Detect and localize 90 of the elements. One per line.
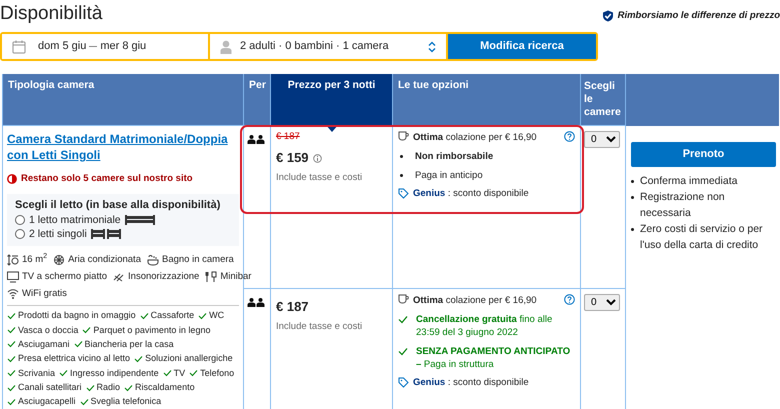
two-persons-icon <box>247 298 265 307</box>
fork-glass-icon <box>205 270 218 283</box>
price: € 159 <box>276 149 309 168</box>
amenity-label: Soluzioni anallergiche <box>145 353 233 364</box>
bullet-icon <box>631 180 634 182</box>
bullet-icon <box>631 196 634 198</box>
amenity-label: TV <box>174 368 186 379</box>
book-button[interactable]: Prenoto <box>631 142 776 166</box>
amenity-label: Sveglia telefonica <box>90 396 162 408</box>
help-icon <box>564 131 575 142</box>
amenity-label: Biancheria per la casa <box>84 338 174 350</box>
cup-icon <box>398 131 409 141</box>
price: € 187 <box>276 298 309 316</box>
check-icon <box>140 312 149 320</box>
quantity-select[interactable]: 0 <box>584 131 620 148</box>
amenity-label: Canali satellitari <box>18 382 82 394</box>
feature-label: Insonorizzazione <box>128 270 200 283</box>
column-header: Per <box>244 74 270 126</box>
condition-text: Paga in anticipo <box>415 169 483 182</box>
amenity-label: Vasca o doccia <box>18 324 78 336</box>
benefit-text: Conferma immediata <box>640 174 738 188</box>
breakfast-text: Ottima colazione per € 16,90 <box>413 294 538 307</box>
check-icon <box>189 369 198 378</box>
help-icon <box>564 294 575 305</box>
condition-text: Cancellazione gratuita fino alle 23:59 del 3 giugno 2022 <box>416 313 554 339</box>
check-icon <box>162 369 172 378</box>
tag-icon <box>398 377 409 388</box>
amenity-label: Asciugacapelli <box>18 396 76 408</box>
price-note: Include tasse e costi <box>276 170 364 185</box>
shield-check-icon <box>602 10 614 22</box>
crossed-lines-icon <box>113 270 126 283</box>
price-note: Include tasse e costi <box>276 320 364 334</box>
amenity-label: Riscaldamento <box>135 382 195 394</box>
amenity-label: Prodotti da bagno in omaggio <box>18 310 136 322</box>
half-circle-icon <box>7 174 17 184</box>
amenity-label: Telefono <box>200 368 234 379</box>
feature-label: 16 m$^{2}$ <box>22 254 48 266</box>
twin-beds-icon <box>90 228 121 240</box>
amenity-label: Ingresso indipendente <box>70 368 159 379</box>
check-icon <box>398 347 408 356</box>
two-persons-icon <box>247 134 265 144</box>
quantity-select[interactable]: 0 <box>584 294 620 311</box>
bed-label: 2 letti singoli <box>29 227 87 242</box>
breakfast-text: Ottima colazione per € 16,90 <box>413 131 538 144</box>
wifi-icon <box>7 288 19 300</box>
bed-heading: Scegli il letto (in base alla disponibilità) <box>15 199 222 212</box>
condition-text: SENZA PAGAMENTO ANTICIPATO – Paga in struttura <box>416 345 572 371</box>
bed-radio[interactable] <box>15 215 25 226</box>
amenity-label: Presa elettrica vicino al letto <box>18 353 130 364</box>
pointer-icon <box>324 124 338 132</box>
feature-label: TV a schermo piatto <box>22 270 108 283</box>
old-price: € 187 <box>276 130 301 144</box>
check-icon <box>134 354 144 363</box>
amenity-label: Parquet o pavimento in legno <box>93 324 210 336</box>
amenity-label: Asciugamani <box>18 338 70 350</box>
snowflake-icon <box>53 254 66 266</box>
bullet-icon <box>400 155 403 158</box>
check-icon <box>398 315 408 324</box>
scarcity-text: Restano solo 5 camere sul nostro sito <box>21 172 193 186</box>
feature-label: WiFi gratis <box>22 288 67 300</box>
price-match-text: Rimborsiamo le differenze di prezzo <box>618 8 780 23</box>
check-icon <box>59 369 68 378</box>
double-bed-icon <box>124 214 155 226</box>
condition-text: Non rimborsabile <box>415 150 494 163</box>
cup-icon <box>398 294 409 304</box>
amenity-label: Cassaforte <box>150 310 194 322</box>
column-header: Scegli le camere <box>580 74 626 126</box>
monitor-icon <box>7 270 19 283</box>
feature-label: Bagno in camera <box>162 254 234 266</box>
check-icon <box>198 312 208 320</box>
amenity-label: Radio <box>96 382 120 394</box>
amenity-label: Scrivania <box>18 368 56 379</box>
benefit-text: Zero costi di servizio o per l'uso della carta di credito <box>640 222 764 252</box>
genius-text: Genius : sconto disponibile <box>413 376 529 389</box>
bullet-icon <box>400 174 403 177</box>
genius-text: Genius : sconto disponibile <box>413 187 529 200</box>
feature-label: Minibar <box>220 270 252 283</box>
page-title: Disponibilità <box>0 2 102 26</box>
bullet-icon <box>631 228 634 230</box>
column-header: Tipologia camera <box>2 74 244 126</box>
tag-icon <box>398 188 409 199</box>
amenity-label: WC <box>209 310 224 322</box>
benefit-text: Registrazione non necessaria <box>640 190 726 220</box>
bed-radio[interactable] <box>15 229 25 240</box>
feature-label: Aria condizionata <box>68 254 141 266</box>
column-header: Le tue opzioni <box>392 74 580 126</box>
room-name-link[interactable]: Camera Standard Matrimoniale/Doppia con Letti Singoli <box>7 131 239 163</box>
area-icon <box>7 254 19 266</box>
bed-label: 1 letto matrimoniale <box>29 213 121 228</box>
check-icon <box>124 384 134 392</box>
